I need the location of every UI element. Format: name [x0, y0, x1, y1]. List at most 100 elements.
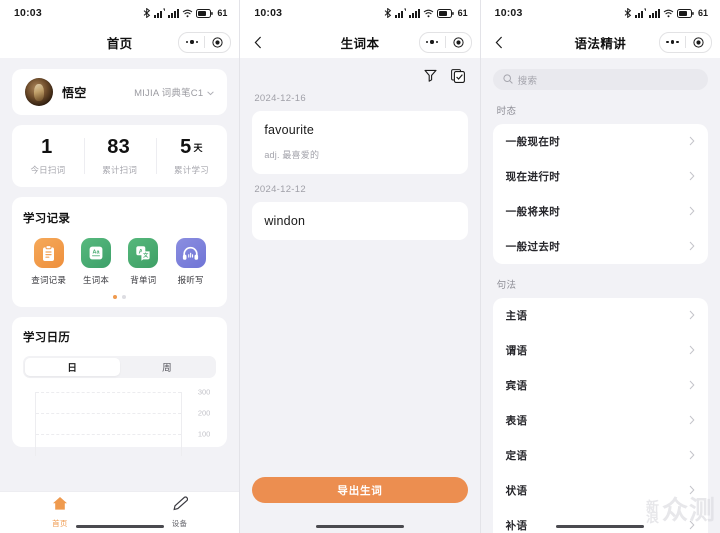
bluetooth-icon [384, 8, 392, 18]
pager-dot[interactable] [122, 295, 127, 299]
battery-percent: 61 [457, 8, 468, 18]
wifi-icon [663, 8, 674, 18]
stat-item: 83 累计扫词 [83, 125, 156, 187]
status-clock: 10:03 [494, 7, 523, 19]
status-icons: 61 [384, 8, 468, 18]
target-circle-icon[interactable] [686, 33, 711, 52]
list-item-label: 谓语 [505, 345, 528, 357]
target-circle-icon[interactable] [205, 33, 230, 52]
svg-text:Aa: Aa [93, 249, 101, 255]
quick-action-label: 生词本 [82, 275, 110, 285]
home-icon [52, 496, 68, 516]
tab-label: 设备 [171, 519, 188, 528]
list-item[interactable]: 谓语 [493, 333, 708, 368]
status-clock: 10:03 [254, 7, 283, 19]
syntax-list: 主语 谓语 宾语 表语 定语 状语 补语 [492, 298, 708, 533]
stat-label: 累计学习 [174, 164, 209, 175]
list-item[interactable]: 现在进行时 [493, 159, 708, 194]
list-item-label: 一般将来时 [505, 206, 561, 218]
list-item[interactable]: 主语 [493, 298, 708, 333]
section-title-syntax: 句法 [496, 280, 517, 291]
quick-action-memorize[interactable]: A文 背单词 [120, 238, 167, 286]
screen-wordbook: 10:03 61 生词本 2024-12-16 favourite adj. 最… [239, 0, 480, 533]
miniprogram-capsule[interactable] [658, 31, 712, 53]
screen-home: 10:03 61 首页 悟空 MIJIA 词典笔C1 1 今日扫词 83 累计扫… [0, 0, 240, 533]
study-calendar-card: 学习日历 日 周 300 200 100 [12, 317, 228, 456]
wifi-icon [182, 8, 193, 18]
avatar[interactable] [25, 78, 53, 106]
section-title-record: 学习记录 [23, 213, 71, 225]
wordbook-toolbar [240, 58, 479, 83]
more-dots-icon[interactable] [420, 33, 445, 52]
list-item[interactable]: 一般过去时 [493, 229, 708, 264]
list-item[interactable]: 补语 [493, 508, 708, 533]
battery-icon [436, 8, 454, 18]
list-item-label: 一般现在时 [505, 136, 561, 148]
list-item[interactable]: 一般将来时 [493, 194, 708, 229]
carousel-pager[interactable] [23, 295, 216, 299]
calendar-range-toggle[interactable]: 日 周 [23, 356, 217, 378]
stat-label: 今日扫词 [30, 164, 66, 175]
stat-item: 5天 累计学习 [155, 125, 228, 187]
quick-action-wordbook[interactable]: Aa 生词本 [72, 238, 119, 286]
word-group: 2024-12-16 favourite adj. 最喜爱的 [240, 93, 479, 174]
screenshot-root: 10:03 61 首页 悟空 MIJIA 词典笔C1 1 今日扫词 83 累计扫… [0, 0, 720, 533]
miniprogram-capsule[interactable] [418, 31, 472, 53]
nav-bar-wordbook: 生词本 [240, 26, 480, 58]
filter-icon[interactable] [423, 68, 438, 83]
more-dots-icon[interactable] [660, 33, 685, 52]
list-item[interactable]: 宾语 [493, 368, 708, 403]
list-item[interactable]: 状语 [493, 473, 708, 508]
chevron-right-icon [689, 482, 695, 500]
more-dots-icon[interactable] [179, 33, 204, 52]
multi-select-icon[interactable] [451, 68, 466, 83]
chevron-right-icon [689, 447, 695, 465]
back-button[interactable] [248, 30, 268, 54]
quick-action-lookup-history[interactable]: 查词记录 [25, 238, 72, 286]
list-item-label: 主语 [505, 310, 528, 322]
profile-card[interactable]: 悟空 MIJIA 词典笔C1 [12, 69, 228, 115]
home-indicator [75, 525, 164, 528]
home-indicator [315, 525, 404, 528]
miniprogram-capsule[interactable] [178, 31, 232, 53]
chevron-down-icon [207, 83, 215, 101]
chevron-right-icon [689, 238, 695, 256]
list-item[interactable]: 定语 [493, 438, 708, 473]
search-input[interactable]: 搜索 [492, 69, 708, 90]
toggle-day[interactable]: 日 [25, 358, 120, 376]
list-item-label: 定语 [505, 450, 528, 462]
dictionary-icon: Aa [80, 238, 111, 268]
word-card[interactable]: windon [252, 202, 468, 240]
gridline [36, 434, 182, 436]
section-title-calendar: 学习日历 [23, 332, 71, 344]
word-text: windon [264, 214, 306, 228]
list-item[interactable]: 一般现在时 [493, 124, 708, 159]
back-button[interactable] [489, 30, 509, 54]
search-placeholder: 搜索 [517, 75, 538, 87]
list-item[interactable]: 表语 [493, 403, 708, 438]
stat-value: 83 [107, 135, 131, 158]
quick-action-dictation[interactable]: 报听写 [167, 238, 214, 286]
device-selector[interactable]: MIJIA 词典笔C1 [134, 83, 215, 101]
stat-value: 5天 [180, 135, 203, 158]
chevron-right-icon [689, 342, 695, 360]
word-definition: adj. 最喜爱的 [264, 150, 320, 160]
wifi-icon [423, 8, 434, 18]
word-card[interactable]: favourite adj. 最喜爱的 [252, 111, 468, 174]
grammar-body: 搜索 时态 一般现在时 现在进行时 一般将来时 一般过去时 句法 主语 谓语 宾… [480, 58, 720, 533]
status-clock: 10:03 [14, 7, 42, 19]
home-body: 悟空 MIJIA 词典笔C1 1 今日扫词 83 累计扫词 5 天 累计学习 学… [0, 58, 240, 533]
list-item-label: 现在进行时 [505, 171, 561, 183]
pager-dot-active[interactable] [113, 295, 118, 299]
list-item-label: 状语 [505, 485, 528, 497]
gridline [36, 392, 182, 393]
export-words-button[interactable]: 导出生词 [252, 477, 468, 503]
stats-card: 1 今日扫词 83 累计扫词 5天 累计学习 [12, 125, 228, 187]
stat-value: 1 [41, 135, 53, 158]
toggle-week[interactable]: 周 [120, 358, 215, 376]
target-circle-icon[interactable] [446, 33, 471, 52]
translate-icon: A文 [128, 238, 159, 268]
chevron-right-icon [689, 133, 695, 151]
svg-text:文: 文 [143, 251, 149, 259]
status-icons: 61 [143, 8, 227, 18]
